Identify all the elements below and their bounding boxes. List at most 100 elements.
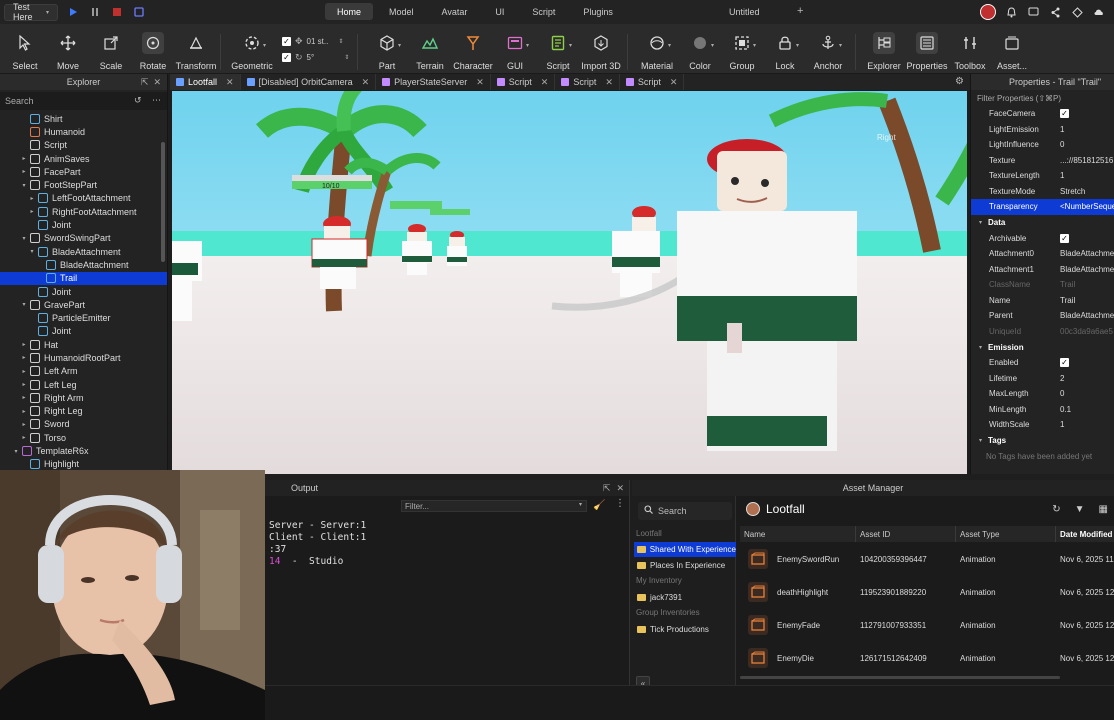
geometric-button[interactable]: Geometric <box>230 32 274 71</box>
explorer-item[interactable]: ▸ Torso <box>0 431 167 444</box>
document-tab[interactable]: Script ✕ <box>620 74 685 90</box>
property-row[interactable]: Archivable ✓ <box>971 231 1114 247</box>
chevron-right-icon[interactable]: ▸ <box>20 394 28 401</box>
script-button[interactable]: Script <box>536 32 580 71</box>
explorer-item[interactable]: ▾ TemplateR6x <box>0 444 167 457</box>
play-icon[interactable] <box>66 5 80 19</box>
grid-view-icon[interactable]: ▦ <box>1099 504 1108 515</box>
property-value[interactable]: 1 <box>1060 420 1064 429</box>
close-icon[interactable]: ✕ <box>605 77 613 88</box>
asset-row[interactable]: deathHighlight 119523901889220 Animation No… <box>740 577 1114 607</box>
3d-viewport[interactable]: 10/10 Right <box>172 91 967 474</box>
chevron-down-icon[interactable]: ▾ <box>20 301 28 308</box>
tab-plugins[interactable]: Plugins <box>571 3 625 20</box>
chevron-right-icon[interactable]: ▸ <box>20 168 28 175</box>
rotate-button[interactable]: Rotate <box>131 32 175 71</box>
clear-output-icon[interactable]: 🧹 <box>593 500 605 511</box>
explorer-item[interactable]: ▸ HumanoidRootPart <box>0 351 167 364</box>
column-asset-id[interactable]: Asset ID <box>856 526 956 542</box>
property-value[interactable]: BladeAttachment <box>1060 249 1114 258</box>
tab-avatar[interactable]: Avatar <box>430 3 480 20</box>
more-icon[interactable]: ⋮ <box>615 498 625 509</box>
chevron-down-icon[interactable]: ▾ <box>569 42 572 49</box>
pin-icon[interactable]: ⇱ <box>141 77 149 88</box>
property-value[interactable]: 0 <box>1060 140 1064 149</box>
move-snap-toggle[interactable]: ✓ ✥ 01 st.. ⇕ <box>282 36 343 47</box>
tab-script[interactable]: Script <box>520 3 567 20</box>
asset-search-input[interactable]: Search <box>638 502 732 520</box>
property-row[interactable]: Texture ...://8518125161 <box>971 153 1114 169</box>
terrain-button[interactable]: Terrain <box>408 32 452 71</box>
explorer-item[interactable]: ▸ Hat <box>0 338 167 351</box>
rotate-snap-toggle[interactable]: ✓ ↻ 5° ⇕ <box>282 52 349 63</box>
document-title[interactable]: Untitled <box>729 7 760 17</box>
checkbox-icon[interactable]: ✓ <box>1060 233 1069 243</box>
property-checkbox[interactable]: ✓ <box>1060 233 1069 243</box>
chevron-down-icon[interactable]: ▾ <box>20 235 28 242</box>
gui-button[interactable]: GUI <box>493 32 537 71</box>
test-mode-dropdown[interactable]: Test Here ▾ <box>4 2 58 22</box>
more-icon[interactable]: ⋯ <box>152 95 161 106</box>
explorer-item[interactable]: ▸ LeftFootAttachment <box>0 192 167 205</box>
explorer-button[interactable]: Explorer <box>862 32 906 71</box>
pin-icon[interactable]: ⇱ <box>603 483 611 494</box>
explorer-item[interactable]: ParticleEmitter <box>0 311 167 324</box>
document-tab[interactable]: PlayerStateServer ✕ <box>376 74 491 90</box>
filter-icon[interactable]: ▼ <box>1075 504 1085 515</box>
property-value[interactable]: <NumberSequence> <box>1060 202 1114 211</box>
chevron-right-icon[interactable]: ▸ <box>28 208 36 215</box>
anchor-button[interactable]: Anchor <box>806 32 850 71</box>
chevron-down-icon[interactable]: ▾ <box>711 42 714 49</box>
property-value[interactable]: Stretch <box>1060 187 1085 196</box>
chevron-down-icon[interactable]: ▾ <box>668 42 671 49</box>
property-value[interactable]: Trail <box>1060 296 1075 305</box>
chevron-down-icon[interactable]: ▾ <box>753 42 756 49</box>
part-button[interactable]: Part <box>365 32 409 71</box>
explorer-item[interactable]: ▸ Left Arm <box>0 365 167 378</box>
chat-icon[interactable] <box>1026 5 1040 19</box>
explorer-item[interactable]: Humanoid <box>0 125 167 138</box>
close-icon[interactable]: ✕ <box>362 77 370 88</box>
share-icon[interactable] <box>1048 5 1062 19</box>
asset-row[interactable]: EnemySwordRun 104200359396447 Animation Nov… <box>740 544 1114 574</box>
document-tab[interactable]: Script ✕ <box>555 74 620 90</box>
toolbox-button[interactable]: Toolbox <box>948 32 992 71</box>
property-row[interactable]: Parent BladeAttachment <box>971 308 1114 324</box>
chevron-down-icon[interactable]: ▾ <box>526 42 529 49</box>
pause-icon[interactable] <box>88 5 102 19</box>
chevron-down-icon[interactable]: ▾ <box>796 42 799 49</box>
tab-model[interactable]: Model <box>377 3 426 20</box>
stop-icon[interactable] <box>110 5 124 19</box>
explorer-item[interactable]: Shirt <box>0 112 167 125</box>
property-row[interactable]: FaceCamera ✓ <box>971 106 1114 122</box>
explorer-item[interactable]: ▸ AnimSaves <box>0 152 167 165</box>
close-icon[interactable]: ✕ <box>616 483 624 494</box>
select-button[interactable]: Select <box>3 32 47 71</box>
chevron-right-icon[interactable]: ▸ <box>28 195 36 202</box>
property-checkbox[interactable]: ✓ <box>1060 109 1069 119</box>
explorer-item[interactable]: ▾ SwordSwingPart <box>0 232 167 245</box>
explorer-item[interactable]: Joint <box>0 218 167 231</box>
explorer-scrollbar[interactable] <box>161 142 165 262</box>
explorer-item[interactable]: ▾ FootStepPart <box>0 178 167 191</box>
property-row[interactable]: Attachment0 BladeAttachment <box>971 246 1114 262</box>
explorer-item[interactable]: ▾ GravePart <box>0 298 167 311</box>
column-date-modified[interactable]: Date Modified ▾ <box>1056 526 1114 542</box>
explorer-item[interactable]: ▸ Left Leg <box>0 378 167 391</box>
chevron-down-icon[interactable]: ▾ <box>263 42 266 49</box>
asset-horizontal-scrollbar[interactable] <box>740 676 1060 679</box>
property-row[interactable]: ClassName Trail <box>971 277 1114 293</box>
property-value[interactable]: 00c3da9a6ae5 <box>1060 327 1113 336</box>
property-value[interactable]: 1 <box>1060 125 1064 134</box>
scale-button[interactable]: Scale <box>89 32 133 71</box>
asset-manager-button[interactable]: Asset... <box>990 32 1034 71</box>
explorer-item[interactable]: ▸ RightFootAttachment <box>0 205 167 218</box>
property-checkbox[interactable]: ✓ <box>1060 358 1069 368</box>
explorer-item[interactable]: ▾ BladeAttachment <box>0 245 167 258</box>
chevron-right-icon[interactable]: ▸ <box>20 421 28 428</box>
collaborate-icon[interactable] <box>1070 5 1084 19</box>
explorer-item[interactable]: Joint <box>0 325 167 338</box>
folder-shared-with-experience[interactable]: Shared With Experience <box>634 542 736 557</box>
checkbox-icon[interactable]: ✓ <box>282 53 291 62</box>
asset-row[interactable]: EnemyDie 126171512642409 Animation Nov 6, 2… <box>740 643 1114 673</box>
